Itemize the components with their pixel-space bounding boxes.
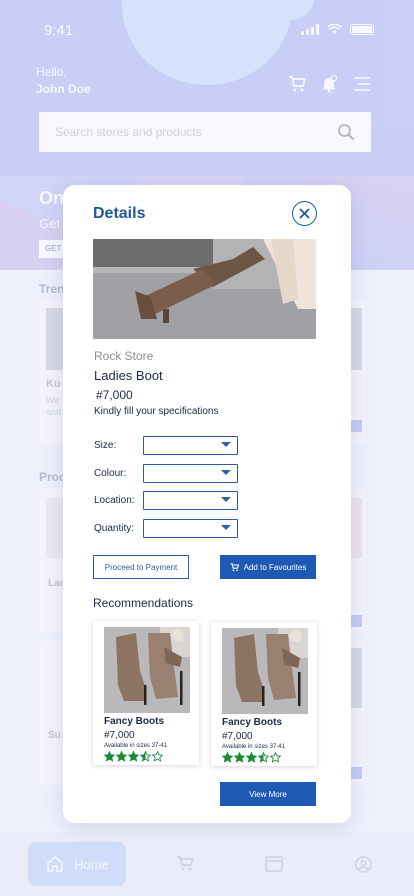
close-icon [299,208,310,219]
star-icon [258,752,269,763]
star-icon [116,751,127,762]
star-icon [222,752,233,763]
product-price: #7,000 [96,388,133,402]
chevron-down-icon [221,525,231,530]
modal-title: Details [93,205,146,222]
quantity-label: Quantity: [94,523,135,534]
star-icon [152,751,163,762]
add-to-favourites-label: Add to Favourites [243,562,307,572]
star-icon [128,751,139,762]
recommendations-title: Recommendations [93,596,194,610]
recommendation-price: #7,000 [222,731,253,742]
size-label: Size: [94,440,117,451]
colour-select[interactable] [143,464,238,483]
cart-icon [230,562,239,571]
chevron-down-icon [221,442,231,447]
recommendation-price: #7,000 [104,730,135,741]
recommendation-sizes: Available in sizes 37-41 [104,743,167,749]
quantity-select[interactable] [143,519,238,538]
product-name: Ladies Boot [94,368,163,383]
star-rating [104,751,163,762]
close-button[interactable] [292,201,317,226]
recommendation-sizes: Available in sizes 37-41 [222,744,285,750]
chevron-down-icon [221,497,231,502]
star-icon [234,752,245,763]
star-rating [222,752,281,763]
recommendation-image [104,627,190,713]
view-more-button[interactable]: View More [220,782,316,806]
star-icon [246,752,257,763]
recommendation-card[interactable]: Fancy Boots #7,000 Available in sizes 37… [93,621,199,765]
star-icon [140,751,151,762]
store-name: Rock Store [94,349,154,363]
star-icon [104,751,115,762]
location-label: Location: [94,495,135,506]
star-icon [270,752,281,763]
colour-label: Colour: [94,468,127,479]
recommendation-image [222,628,308,714]
add-to-favourites-button[interactable]: Add to Favourites [220,555,316,579]
recommendation-name: Fancy Boots [104,716,165,727]
size-select[interactable] [143,436,238,455]
details-modal: Details Rock Store Ladies Boot #7,000 Ki… [63,185,351,823]
location-select[interactable] [143,491,238,510]
proceed-to-payment-button[interactable]: Proceed to Payment [93,555,189,579]
chevron-down-icon [221,470,231,475]
specifications-hint: Kindly fill your specifications [94,406,219,417]
recommendation-name: Fancy Boots [222,717,283,728]
recommendation-card[interactable]: Fancy Boots #7,000 Available in sizes 37… [211,622,317,766]
product-image [93,239,316,339]
